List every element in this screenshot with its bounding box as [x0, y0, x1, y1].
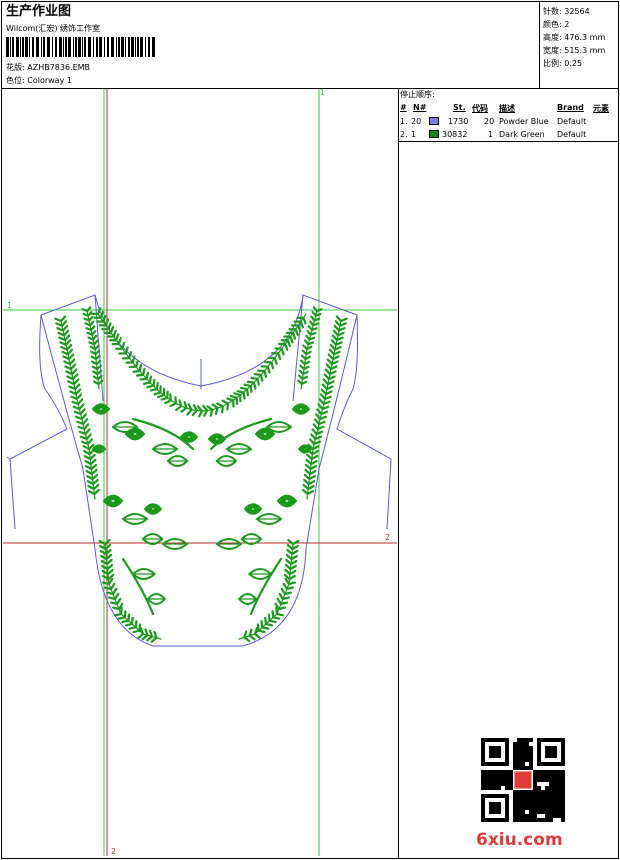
design-width: 宽度: 515.3 mm — [543, 46, 606, 55]
canvas-divider — [398, 88, 399, 858]
row-needle: 20 — [411, 117, 422, 126]
row-brand: Default — [557, 117, 587, 126]
guide-label-right: 2 — [385, 533, 390, 542]
row-stitches: 30832 — [442, 130, 468, 139]
design-file-label: 花版: AZHB7836.EMB — [6, 63, 91, 72]
col-stitches: St. — [453, 103, 466, 112]
design-scale: 比例: 0.25 — [543, 59, 583, 68]
stop-sequence-title: 停止顺序: — [400, 90, 435, 99]
row-code: 20 — [484, 117, 495, 126]
col-needle: N# — [413, 103, 427, 112]
watermark-site: 6xiu.com — [476, 830, 563, 850]
qr-code — [481, 738, 565, 822]
row-description: Dark Green — [499, 130, 545, 139]
row-needle: 1 — [411, 130, 417, 139]
col-code: 代码 — [472, 104, 488, 113]
barcode-image — [6, 37, 155, 57]
design-height: 高度: 476.3 mm — [543, 33, 606, 42]
guide-label-top: 1 — [320, 89, 325, 97]
col-element: 元素 — [593, 104, 609, 113]
guide-label-bottom: 2 — [111, 847, 116, 856]
row-index: 2. — [400, 130, 408, 139]
row-brand: Default — [557, 130, 587, 139]
stitch-count: 针数: 32564 — [543, 7, 590, 16]
color-swatch — [429, 130, 439, 138]
col-brand: Brand — [557, 103, 584, 112]
color-count: 颜色: 2 — [543, 20, 570, 29]
design-canvas[interactable]: 1 1 2 2 — [3, 89, 397, 856]
colorway-label: 色位: Colorway 1 — [6, 76, 72, 85]
page-title: 生产作业图 — [6, 4, 72, 19]
embroidery-design — [54, 306, 348, 643]
row-code: 1 — [488, 130, 494, 139]
color-swatch — [429, 117, 439, 125]
stop-sequence-divider — [398, 141, 618, 142]
guide-label-left: 1 — [7, 301, 12, 310]
row-description: Powder Blue — [499, 117, 549, 126]
col-description: 描述 — [499, 104, 515, 113]
row-index: 1. — [400, 117, 408, 126]
col-index: # — [400, 103, 407, 112]
studio-name: Wilcom(汇宏) 绣饰工作室 — [6, 24, 101, 33]
row-stitches: 1730 — [448, 117, 469, 126]
info-divider — [539, 1, 540, 89]
